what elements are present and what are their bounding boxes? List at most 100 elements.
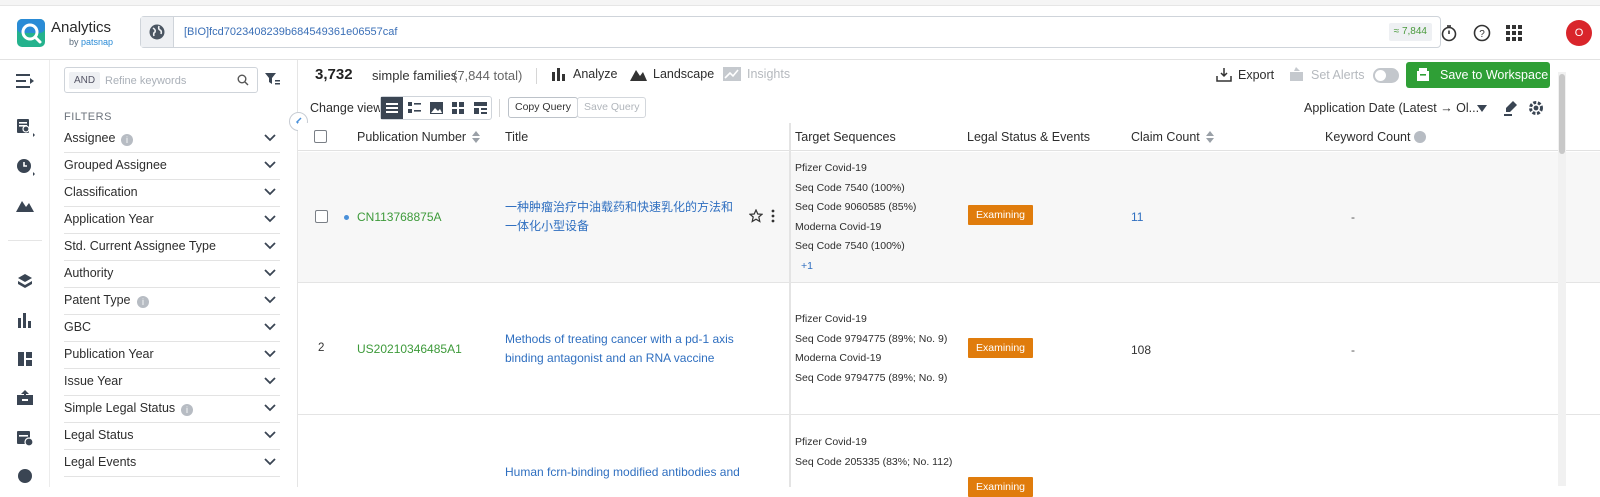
table-row[interactable]: 2 US20210346485A1 Methods of treating ca… [298,284,1600,415]
filter-row[interactable]: Std. Current Assignee Type [64,234,280,261]
filter-row[interactable]: Authority [64,261,280,288]
select-all-checkbox[interactable] [314,130,327,143]
chevron-down-icon[interactable] [264,323,276,331]
set-alerts-button[interactable]: Set Alerts [1289,67,1365,82]
col-title-label: Title [505,130,528,144]
chevron-down-icon[interactable] [1477,105,1487,112]
vertical-scrollbar[interactable] [1558,72,1566,486]
highlight-pen-icon[interactable] [1504,100,1518,116]
filter-label: Std. Current Assignee Type [64,239,216,253]
insights-icon [723,67,741,81]
filter-row[interactable]: Publication Year [64,342,280,369]
chevron-down-icon[interactable] [264,215,276,223]
chevron-down-icon[interactable] [264,350,276,358]
landscape-button[interactable]: Landscape [630,67,714,81]
frozen-column-divider[interactable] [789,123,791,487]
chevron-down-icon[interactable] [264,431,276,439]
clock-settings-icon[interactable] [14,465,36,487]
view-list-button[interactable] [381,97,403,119]
view-bar: Change view Copy Query Save Query Applic… [298,94,1600,122]
col-keyword-count: Keyword Count [1325,130,1426,144]
table-header: Publication Number Title Target Sequence… [298,123,1600,151]
filter-row[interactable]: Legal Events [64,450,280,477]
globe-icon[interactable] [141,17,174,47]
sequence-line: Seq Code 9060585 (85%) [795,198,916,218]
info-icon[interactable]: i [121,134,133,146]
export-icon [1216,67,1232,82]
filter-row[interactable]: Grouped Assignee [64,153,280,180]
star-icon[interactable] [749,209,763,223]
apps-grid-icon[interactable] [1504,23,1524,43]
search-query-box[interactable]: [BIO]fcd7023408239b684549361e06557caf ≈ … [140,16,1441,48]
chevron-down-icon[interactable] [264,161,276,169]
filter-row[interactable]: Simple Legal Statusi [64,396,280,423]
workspace-icon[interactable] [14,270,36,292]
filter-row[interactable]: Issue Year [64,369,280,396]
set-alerts-toggle[interactable] [1373,68,1399,83]
filter-settings-icon[interactable] [264,71,280,87]
chevron-down-icon[interactable] [264,188,276,196]
more-sequences-link[interactable]: +1 [795,257,916,277]
timer-icon[interactable] [1439,23,1459,43]
col-claim-count[interactable]: Claim Count [1131,130,1214,144]
alerts-calendar-icon[interactable] [14,427,36,449]
filter-row[interactable]: Application Year [64,207,280,234]
save-query-button[interactable]: Save Query [577,97,646,118]
view-grid-button[interactable] [447,97,469,119]
logic-operator[interactable]: AND [69,72,100,89]
chevron-down-icon[interactable] [264,458,276,466]
gear-icon[interactable] [1528,100,1544,116]
filter-row[interactable]: GBC [64,315,280,342]
user-avatar[interactable]: O [1566,20,1592,46]
bar-chart-icon[interactable] [14,309,36,331]
table-row[interactable]: CN113768875A 一种肿瘤治疗中油载药和快速乳化的方法和一体化小型设备 … [298,152,1600,283]
filter-row[interactable]: Classification [64,180,280,207]
chevron-down-icon[interactable] [264,404,276,412]
patent-title-link[interactable]: Human fcrn-binding modified antibodies a… [505,463,741,482]
inbox-upload-icon[interactable] [14,387,36,409]
row-checkbox[interactable] [315,210,328,223]
search-icon[interactable] [237,74,249,86]
chevron-down-icon[interactable] [264,269,276,277]
refine-keywords-input[interactable] [105,72,235,89]
landscape-icon[interactable] [14,194,36,216]
publication-number-link[interactable]: CN113768875A [357,210,442,224]
claim-count-link[interactable]: 11 [1131,210,1143,224]
patent-title-link[interactable]: 一种肿瘤治疗中油载药和快速乳化的方法和一体化小型设备 [505,198,741,236]
more-vertical-icon[interactable] [770,209,776,223]
status-badge: Examining [968,205,1033,225]
keyword-refine-box[interactable]: AND [64,67,258,93]
publication-number-link[interactable]: US20210346485A1 [357,342,462,356]
view-split-button[interactable] [469,97,491,119]
save-to-workspace-button[interactable]: Save to Workspace [1406,62,1550,88]
chevron-down-icon[interactable] [264,242,276,250]
menu-toggle-icon[interactable] [14,70,36,92]
copy-query-button[interactable]: Copy Query [508,97,578,118]
chevron-down-icon[interactable] [264,134,276,142]
dashboard-icon[interactable] [14,348,36,370]
search-query-text[interactable]: [BIO]fcd7023408239b684549361e06557caf [184,26,397,38]
insights-button[interactable]: Insights [723,67,790,81]
sort-select[interactable]: Application Date (Latest → Ol... [1304,101,1479,115]
patent-title-link[interactable]: Methods of treating cancer with a pd-1 a… [505,330,741,368]
sort-icon [1206,131,1214,143]
help-icon[interactable]: ? [1472,23,1492,43]
chevron-down-icon[interactable] [264,296,276,304]
history-icon[interactable] [14,156,36,178]
table-row[interactable]: Human fcrn-binding modified antibodies a… [298,416,1600,496]
view-image-button[interactable] [425,97,447,119]
info-icon[interactable]: i [137,296,149,308]
analytics-logo-icon[interactable] [17,19,45,47]
export-button[interactable]: Export [1216,67,1274,82]
unread-dot [344,215,349,220]
col-publication-number[interactable]: Publication Number [357,130,480,144]
analyze-button[interactable]: Analyze [551,67,617,81]
app-byline: by patsnap [69,37,113,47]
filter-row[interactable]: Assigneei [64,126,280,153]
view-detail-button[interactable] [403,97,425,119]
filter-row[interactable]: Patent Typei [64,288,280,315]
info-icon[interactable]: i [181,404,193,416]
search-report-icon[interactable] [14,116,36,138]
filter-row[interactable]: Legal Status [64,423,280,450]
chevron-down-icon[interactable] [264,377,276,385]
